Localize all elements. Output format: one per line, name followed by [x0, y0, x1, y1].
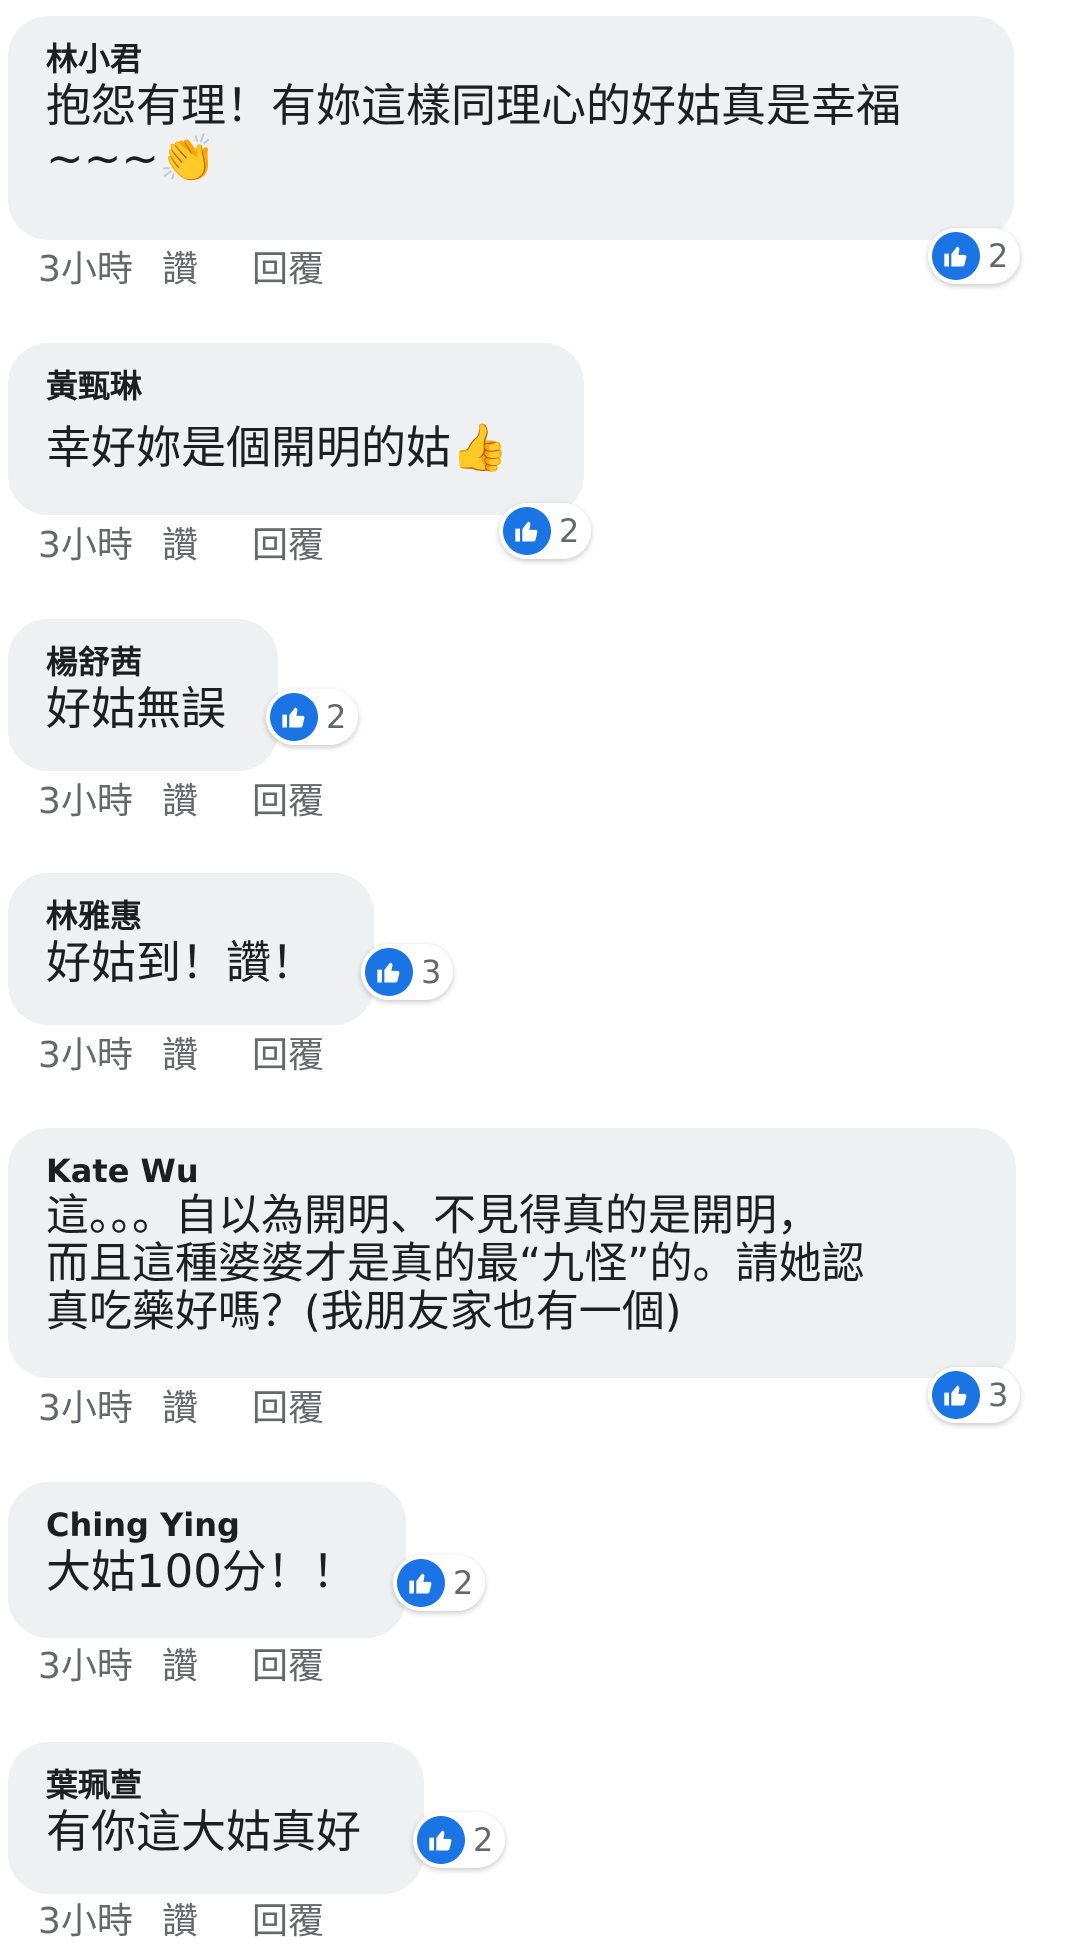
reaction-badge[interactable]: 2 — [393, 1555, 486, 1611]
reaction-badge[interactable]: 2 — [413, 1812, 506, 1868]
comment-timestamp[interactable]: 3小時 — [38, 1645, 162, 1689]
thumbs-up-icon — [397, 1559, 445, 1607]
reply-link[interactable]: 回覆 — [252, 1034, 324, 1078]
comment-actions: 3小時讚回覆 — [38, 248, 324, 292]
comment-timestamp[interactable]: 3小時 — [38, 248, 162, 292]
thumbs-up-emoji: 👍 — [451, 420, 509, 474]
reaction-count: 2 — [326, 698, 347, 736]
like-link[interactable]: 讚 — [162, 1034, 252, 1078]
comment-text: 有你這大姑真好 — [46, 1805, 362, 1858]
thumbs-up-icon — [365, 948, 413, 996]
comment-timestamp[interactable]: 3小時 — [38, 1900, 162, 1944]
comment-bubble[interactable]: Kate Wu 這。。。自以為開明、不見得真的是開明， 而且這種婆婆才是真的最“… — [8, 1128, 1016, 1378]
comment-bubble[interactable]: 楊舒茜 好姑無誤 — [8, 619, 278, 771]
reaction-count: 2 — [453, 1564, 474, 1602]
thumbs-up-icon — [417, 1816, 465, 1864]
comment-timestamp[interactable]: 3小時 — [38, 780, 162, 824]
reply-link[interactable]: 回覆 — [252, 1387, 324, 1431]
reaction-count: 2 — [473, 1821, 494, 1859]
reply-link[interactable]: 回覆 — [252, 1900, 324, 1944]
reaction-count: 2 — [559, 512, 580, 550]
comment-text: 好姑無誤 — [46, 682, 227, 735]
thumbs-up-icon — [503, 507, 551, 555]
comment-text: 好姑到！讚！ — [46, 936, 317, 989]
like-link[interactable]: 讚 — [162, 780, 252, 824]
like-link[interactable]: 讚 — [162, 1900, 252, 1944]
reply-link[interactable]: 回覆 — [252, 524, 324, 568]
reaction-count: 3 — [988, 1376, 1009, 1414]
thumbs-up-icon — [932, 232, 980, 280]
comment-bubble[interactable]: 黃甄琳 幸好妳是個開明的姑👍 — [8, 343, 584, 515]
reaction-count: 3 — [421, 953, 442, 991]
comment-actions: 3小時讚回覆 — [38, 1387, 324, 1431]
comment-bubble[interactable]: 葉珮萱 有你這大姑真好 — [8, 1742, 424, 1894]
comment-author[interactable]: Ching Ying — [46, 1504, 372, 1546]
comment-actions: 3小時讚回覆 — [38, 524, 324, 568]
clapping-hands-emoji: 👏 — [159, 131, 217, 185]
comment-bubble[interactable]: 林雅惠 好姑到！讚！ — [8, 873, 374, 1025]
comment-author[interactable]: Kate Wu — [46, 1150, 982, 1192]
comment-author[interactable]: 林小君 — [46, 38, 980, 80]
comment-text: 這。。。自以為開明、不見得真的是開明， 而且這種婆婆才是真的最“九怪”的。請她認… — [46, 1191, 865, 1337]
comment-text: 大姑100分！！ — [46, 1545, 357, 1598]
like-link[interactable]: 讚 — [162, 1645, 252, 1689]
thumbs-up-icon — [270, 693, 318, 741]
comment-author[interactable]: 葉珮萱 — [46, 1764, 390, 1806]
reply-link[interactable]: 回覆 — [252, 248, 324, 292]
comment-actions: 3小時讚回覆 — [38, 1034, 324, 1078]
reply-link[interactable]: 回覆 — [252, 1645, 324, 1689]
reaction-badge[interactable]: 2 — [928, 228, 1021, 284]
comment-timestamp[interactable]: 3小時 — [38, 524, 162, 568]
comment-text: 幸好妳是個開明的姑👍 — [46, 420, 509, 474]
like-link[interactable]: 讚 — [162, 248, 252, 292]
like-link[interactable]: 讚 — [162, 524, 252, 568]
comment-author[interactable]: 黃甄琳 — [46, 365, 550, 407]
reply-link[interactable]: 回覆 — [252, 780, 324, 824]
comment-actions: 3小時讚回覆 — [38, 1645, 324, 1689]
reaction-badge[interactable]: 3 — [928, 1367, 1021, 1423]
reaction-badge[interactable]: 2 — [499, 503, 592, 559]
comment-timestamp[interactable]: 3小時 — [38, 1034, 162, 1078]
like-link[interactable]: 讚 — [162, 1387, 252, 1431]
comment-bubble[interactable]: 林小君 抱怨有理！有妳這樣同理心的好姑真是幸福 ~~~👏 — [8, 16, 1014, 240]
reaction-count: 2 — [988, 237, 1009, 275]
comment-author[interactable]: 林雅惠 — [46, 895, 340, 937]
comment-timestamp[interactable]: 3小時 — [38, 1387, 162, 1431]
thumbs-up-icon — [932, 1371, 980, 1419]
comment-author[interactable]: 楊舒茜 — [46, 641, 244, 683]
reaction-badge[interactable]: 3 — [361, 944, 454, 1000]
reaction-badge[interactable]: 2 — [266, 689, 359, 745]
comment-text: 抱怨有理！有妳這樣同理心的好姑真是幸福 ~~~👏 — [46, 79, 902, 185]
comment-actions: 3小時讚回覆 — [38, 780, 324, 824]
comment-actions: 3小時讚回覆 — [38, 1900, 324, 1944]
comment-bubble[interactable]: Ching Ying 大姑100分！！ — [8, 1482, 406, 1638]
